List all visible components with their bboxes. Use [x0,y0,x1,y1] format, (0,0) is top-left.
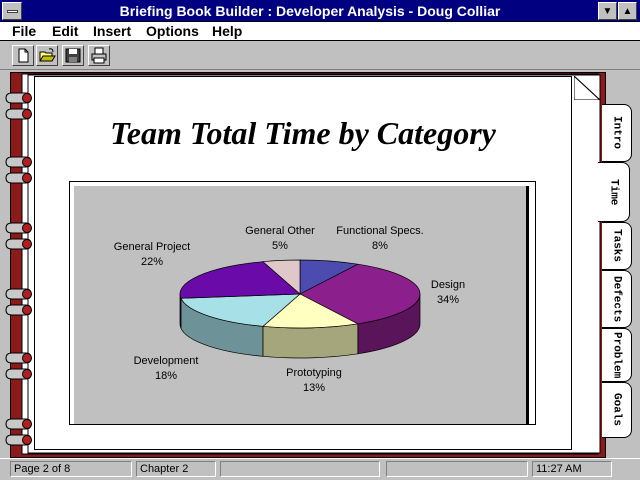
binder-ring [5,352,32,364]
tab-tasks[interactable]: Tasks [602,222,632,270]
pie-slice-side [179,293,182,329]
chart-area: Functional Specs. 8% Design 34% Prototyping 1… [74,186,529,424]
tab-defects-label: Defects [610,275,623,323]
slice-label: General Other [245,225,315,237]
binder-ring [5,172,32,184]
tab-goals-label: Goals [610,393,623,427]
chart-frame: Functional Specs. 8% Design 34% Prototyping 1… [69,181,536,425]
binder-ring [5,304,32,316]
tab-problem-label: Problem [610,331,623,379]
binder-ring [5,238,32,250]
binder-ring [5,92,32,104]
binder-ring [5,368,32,380]
tab-goals[interactable]: Goals [602,382,632,438]
slice-percent-label: 34% [437,294,459,306]
slice-percent-label: 18% [155,370,177,382]
slice-percent-label: 5% [272,240,288,252]
binder-ring [5,222,32,234]
status-pane-2 [386,461,528,477]
slice-percent-label: 13% [303,382,325,394]
tab-problem[interactable]: Problem [602,328,632,382]
slice-percent-label: 22% [141,256,163,268]
pie-slice-side [262,323,359,359]
status-time: 11:27 AM [532,461,612,477]
slice-label: Prototyping [286,367,342,379]
binder-ring [5,108,32,120]
application-window: Briefing Book Builder : Developer Analys… [0,0,640,480]
tab-time[interactable]: Time [598,162,630,222]
tab-defects[interactable]: Defects [602,270,632,328]
binder-ring [5,288,32,300]
slice-label: Design [431,279,465,291]
binder-ring [5,418,32,430]
tab-time-label: Time [607,178,620,206]
tab-tasks-label: Tasks [610,229,623,263]
binder-ring [5,156,32,168]
binder-ring [5,434,32,446]
tab-intro[interactable]: Intro [602,104,632,162]
slice-percent-label: 8% [372,240,388,252]
status-pane-1 [220,461,380,477]
status-page: Page 2 of 8 [10,461,132,477]
status-bar: Page 2 of 8 Chapter 2 11:27 AM [0,458,640,480]
status-chapter: Chapter 2 [136,461,216,477]
slice-label: General Project [114,241,190,253]
page-title: Team Total Time by Category [110,115,496,151]
pie-chart: Functional Specs. 8% Design 34% Prototyping 1… [114,225,465,394]
slice-label: Development [134,355,199,367]
page-fold-corner[interactable] [574,76,600,100]
book-page: Team Total Time by Category Functional S… [34,76,572,450]
tab-intro-label: Intro [610,116,623,150]
slice-label: Functional Specs. [336,225,423,237]
